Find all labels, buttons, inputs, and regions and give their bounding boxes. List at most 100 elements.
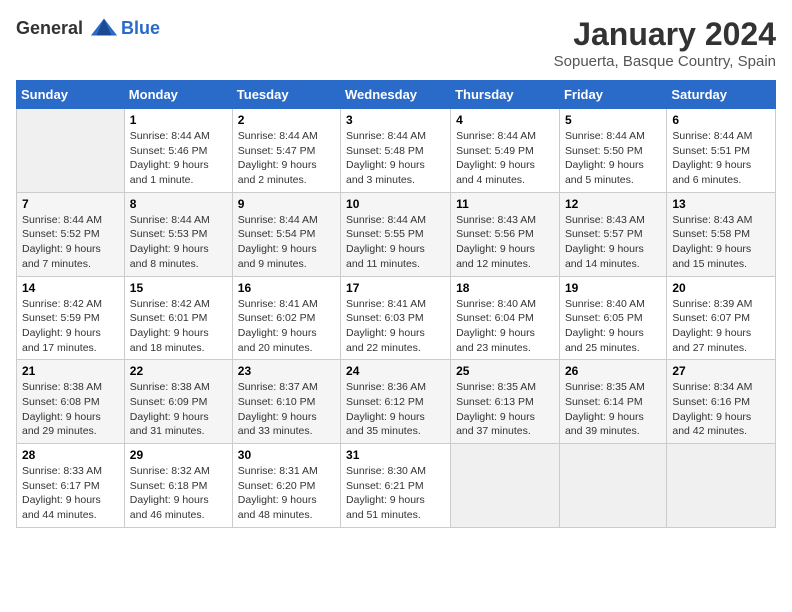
- cell-line: and 48 minutes.: [238, 509, 313, 521]
- cell-line: Sunset: 5:48 PM: [346, 145, 424, 157]
- calendar-cell: [667, 444, 776, 528]
- cell-line: Sunset: 6:05 PM: [565, 312, 643, 324]
- calendar-cell: 31Sunrise: 8:30 AMSunset: 6:21 PMDayligh…: [341, 444, 451, 528]
- calendar-table: SundayMondayTuesdayWednesdayThursdayFrid…: [16, 80, 776, 528]
- cell-line: and 31 minutes.: [130, 425, 205, 437]
- cell-line: Sunrise: 8:37 AM: [238, 381, 318, 393]
- cell-line: Daylight: 9 hours: [238, 327, 317, 339]
- cell-line: Sunset: 5:59 PM: [22, 312, 100, 324]
- calendar-cell: 30Sunrise: 8:31 AMSunset: 6:20 PMDayligh…: [232, 444, 340, 528]
- day-number: 23: [238, 364, 335, 378]
- cell-line: Sunrise: 8:44 AM: [672, 130, 752, 142]
- cell-line: Sunrise: 8:40 AM: [565, 298, 645, 310]
- cell-line: Sunrise: 8:44 AM: [130, 130, 210, 142]
- cell-line: Sunrise: 8:44 AM: [346, 130, 426, 142]
- cell-line: Sunset: 5:51 PM: [672, 145, 750, 157]
- cell-line: Sunset: 5:55 PM: [346, 228, 424, 240]
- cell-line: and 4 minutes.: [456, 174, 525, 186]
- day-number: 29: [130, 448, 227, 462]
- cell-line: and 39 minutes.: [565, 425, 640, 437]
- cell-line: and 8 minutes.: [130, 258, 199, 270]
- cell-line: Daylight: 9 hours: [130, 411, 209, 423]
- cell-line: Sunset: 5:47 PM: [238, 145, 316, 157]
- cell-line: Daylight: 9 hours: [456, 159, 535, 171]
- day-number: 9: [238, 197, 335, 211]
- cell-line: Sunset: 6:21 PM: [346, 480, 424, 492]
- cell-line: Daylight: 9 hours: [565, 411, 644, 423]
- logo-blue-text: Blue: [121, 18, 160, 39]
- cell-line: Sunrise: 8:30 AM: [346, 465, 426, 477]
- cell-line: Daylight: 9 hours: [672, 159, 751, 171]
- cell-line: and 18 minutes.: [130, 342, 205, 354]
- cell-line: Sunset: 6:13 PM: [456, 396, 534, 408]
- cell-line: Sunset: 6:18 PM: [130, 480, 208, 492]
- cell-line: Daylight: 9 hours: [565, 243, 644, 255]
- cell-line: Sunrise: 8:31 AM: [238, 465, 318, 477]
- cell-line: Daylight: 9 hours: [672, 327, 751, 339]
- cell-line: Sunset: 6:08 PM: [22, 396, 100, 408]
- cell-line: Sunset: 6:16 PM: [672, 396, 750, 408]
- cell-line: Sunset: 5:58 PM: [672, 228, 750, 240]
- page-header: General Blue January 2024 Sopuerta, Basq…: [16, 16, 776, 70]
- cell-line: Sunset: 5:46 PM: [130, 145, 208, 157]
- cell-line: and 9 minutes.: [238, 258, 307, 270]
- cell-line: Daylight: 9 hours: [456, 411, 535, 423]
- cell-line: Sunrise: 8:43 AM: [672, 214, 752, 226]
- cell-line: and 22 minutes.: [346, 342, 421, 354]
- cell-line: Sunrise: 8:44 AM: [565, 130, 645, 142]
- cell-line: Sunrise: 8:35 AM: [456, 381, 536, 393]
- day-number: 27: [672, 364, 770, 378]
- calendar-cell: 12Sunrise: 8:43 AMSunset: 5:57 PMDayligh…: [559, 192, 666, 276]
- cell-line: Sunset: 5:49 PM: [456, 145, 534, 157]
- calendar-cell: 4Sunrise: 8:44 AMSunset: 5:49 PMDaylight…: [451, 109, 560, 193]
- cell-line: Sunset: 5:56 PM: [456, 228, 534, 240]
- cell-line: and 23 minutes.: [456, 342, 531, 354]
- cell-line: Sunrise: 8:41 AM: [346, 298, 426, 310]
- day-number: 10: [346, 197, 445, 211]
- cell-line: Sunrise: 8:43 AM: [456, 214, 536, 226]
- day-number: 12: [565, 197, 661, 211]
- cell-line: and 6 minutes.: [672, 174, 741, 186]
- calendar-cell: 23Sunrise: 8:37 AMSunset: 6:10 PMDayligh…: [232, 360, 340, 444]
- title-section: January 2024 Sopuerta, Basque Country, S…: [554, 16, 776, 70]
- cell-line: Daylight: 9 hours: [238, 159, 317, 171]
- logo-general-text: General: [16, 18, 83, 39]
- cell-line: Sunset: 5:54 PM: [238, 228, 316, 240]
- weekday-header-thursday: Thursday: [451, 81, 560, 109]
- week-row-1: 1Sunrise: 8:44 AMSunset: 5:46 PMDaylight…: [17, 109, 776, 193]
- cell-line: Daylight: 9 hours: [130, 159, 209, 171]
- cell-line: Sunset: 6:20 PM: [238, 480, 316, 492]
- cell-line: Sunrise: 8:38 AM: [22, 381, 102, 393]
- calendar-cell: 13Sunrise: 8:43 AMSunset: 5:58 PMDayligh…: [667, 192, 776, 276]
- calendar-cell: 28Sunrise: 8:33 AMSunset: 6:17 PMDayligh…: [17, 444, 125, 528]
- cell-line: Daylight: 9 hours: [22, 411, 101, 423]
- calendar-cell: 27Sunrise: 8:34 AMSunset: 6:16 PMDayligh…: [667, 360, 776, 444]
- day-number: 4: [456, 113, 554, 127]
- cell-line: and 29 minutes.: [22, 425, 97, 437]
- logo: General Blue: [16, 16, 160, 40]
- cell-line: Sunset: 6:03 PM: [346, 312, 424, 324]
- calendar-cell: 20Sunrise: 8:39 AMSunset: 6:07 PMDayligh…: [667, 276, 776, 360]
- day-number: 2: [238, 113, 335, 127]
- calendar-cell: [17, 109, 125, 193]
- cell-line: Daylight: 9 hours: [130, 243, 209, 255]
- week-row-5: 28Sunrise: 8:33 AMSunset: 6:17 PMDayligh…: [17, 444, 776, 528]
- day-number: 14: [22, 281, 119, 295]
- cell-line: Daylight: 9 hours: [130, 494, 209, 506]
- cell-line: and 3 minutes.: [346, 174, 415, 186]
- calendar-cell: 8Sunrise: 8:44 AMSunset: 5:53 PMDaylight…: [124, 192, 232, 276]
- cell-line: Daylight: 9 hours: [238, 494, 317, 506]
- cell-line: Sunrise: 8:41 AM: [238, 298, 318, 310]
- calendar-cell: 15Sunrise: 8:42 AMSunset: 6:01 PMDayligh…: [124, 276, 232, 360]
- day-number: 31: [346, 448, 445, 462]
- week-row-4: 21Sunrise: 8:38 AMSunset: 6:08 PMDayligh…: [17, 360, 776, 444]
- calendar-cell: 14Sunrise: 8:42 AMSunset: 5:59 PMDayligh…: [17, 276, 125, 360]
- cell-line: and 27 minutes.: [672, 342, 747, 354]
- calendar-cell: [559, 444, 666, 528]
- calendar-cell: 21Sunrise: 8:38 AMSunset: 6:08 PMDayligh…: [17, 360, 125, 444]
- cell-line: Sunrise: 8:33 AM: [22, 465, 102, 477]
- cell-line: and 42 minutes.: [672, 425, 747, 437]
- cell-line: and 37 minutes.: [456, 425, 531, 437]
- cell-line: Daylight: 9 hours: [238, 243, 317, 255]
- cell-line: Sunrise: 8:44 AM: [346, 214, 426, 226]
